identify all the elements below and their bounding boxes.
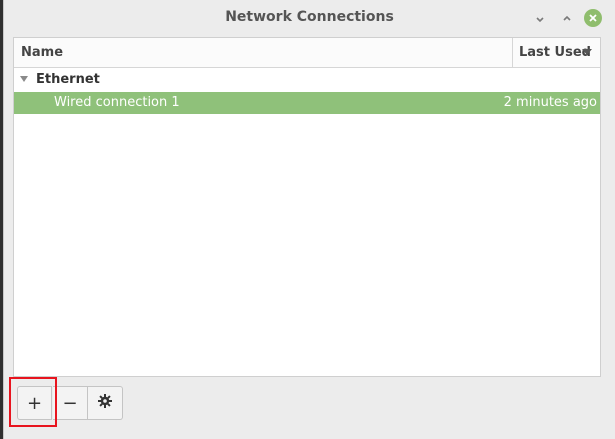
remove-connection-button[interactable]: − [53, 386, 88, 420]
close-icon[interactable] [584, 9, 602, 27]
connection-row[interactable]: Wired connection 1 2 minutes ago [14, 92, 600, 114]
edit-connection-button[interactable] [88, 386, 123, 420]
title-bar[interactable]: Network Connections [4, 0, 615, 36]
column-header-row: Name Last Used [14, 38, 600, 68]
connection-name: Wired connection 1 [54, 95, 180, 110]
network-connections-window: Network Connections Name Last Used Ether… [3, 0, 615, 439]
connection-last-used: 2 minutes ago [503, 95, 597, 110]
column-header-last-used-label: Last Used [519, 45, 591, 60]
column-header-name[interactable]: Name [21, 45, 63, 60]
sort-descending-icon [582, 49, 592, 55]
group-label: Ethernet [36, 72, 100, 87]
connections-list[interactable]: Name Last Used Ethernet Wired connection… [13, 37, 601, 377]
remove-button-label: − [62, 392, 78, 414]
group-row-ethernet[interactable]: Ethernet [14, 69, 600, 91]
minimize-icon[interactable] [532, 11, 548, 27]
window-title: Network Connections [225, 9, 394, 25]
maximize-icon[interactable] [559, 11, 575, 27]
annotation-highlight-box [9, 377, 57, 427]
expander-icon[interactable] [20, 76, 28, 82]
gear-icon [97, 393, 113, 414]
column-header-last-used[interactable]: Last Used [512, 38, 600, 67]
